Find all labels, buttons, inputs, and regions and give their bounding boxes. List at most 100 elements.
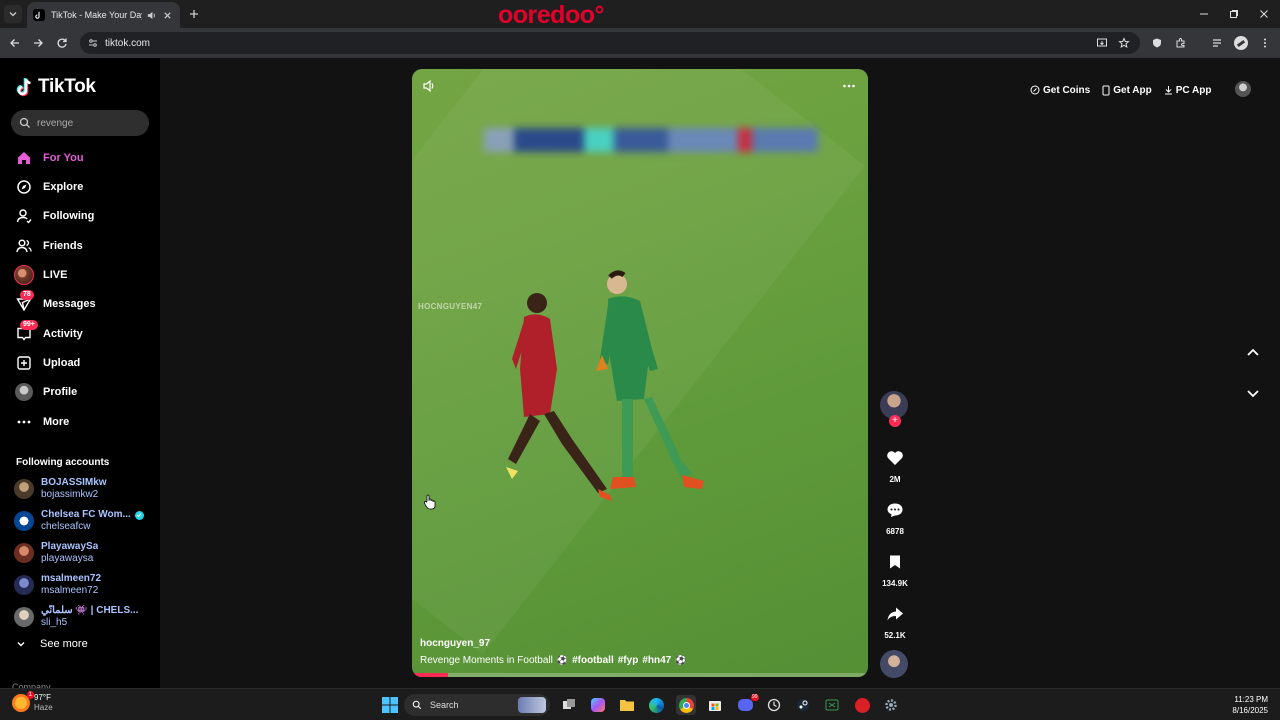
phone-icon	[1102, 85, 1110, 95]
nav-following[interactable]: Following	[14, 203, 154, 229]
comment-action[interactable]: 6878	[878, 495, 912, 536]
nav-friends[interactable]: Friends	[14, 233, 154, 259]
browser-menu-button[interactable]	[1256, 34, 1274, 52]
store-button[interactable]	[705, 695, 725, 715]
address-bar[interactable]: tiktok.com	[80, 32, 1140, 54]
previous-video-button[interactable]	[1244, 343, 1262, 361]
profile-button[interactable]	[1232, 34, 1250, 52]
list-icon	[1213, 39, 1221, 47]
nav-live[interactable]: LIVE	[14, 262, 154, 288]
hashtag-link[interactable]: #hn47	[642, 655, 671, 666]
settings-button[interactable]	[881, 695, 901, 715]
extensions-button[interactable]	[1172, 34, 1190, 52]
user-avatar[interactable]	[1235, 81, 1251, 97]
task-view-button[interactable]	[559, 695, 579, 715]
speaker-icon[interactable]	[144, 8, 158, 22]
nav-more[interactable]: More	[14, 409, 154, 435]
follow-plus-button[interactable]: +	[889, 415, 901, 427]
kebab-menu-icon	[1264, 38, 1266, 48]
store-icon	[709, 701, 721, 711]
nav-upload[interactable]: Upload	[14, 350, 154, 376]
reading-list-button[interactable]	[1208, 34, 1226, 52]
account-item[interactable]: سلمانّي 👾 | CHELS... sli_h5	[14, 603, 154, 631]
account-item[interactable]: msalmeen72 msalmeen72	[14, 571, 154, 599]
xbox-icon	[825, 699, 839, 711]
ball-emoji-icon: ⚽	[675, 655, 687, 665]
minimize-button[interactable]	[1196, 6, 1212, 22]
search-box[interactable]	[11, 110, 149, 136]
video-options-button[interactable]	[840, 77, 858, 95]
live-icon	[14, 265, 34, 285]
bookmark-star-button[interactable]	[1115, 34, 1133, 52]
video-player[interactable]: HOCNGUYEN47 hocnguyen_97 Revenge Moments…	[412, 69, 868, 677]
account-item[interactable]: BOJASSIMkw bojassimkw2	[14, 475, 154, 503]
tab-title: TikTok - Make Your Day	[51, 10, 142, 20]
more-icon	[14, 412, 34, 432]
xbox-button[interactable]	[822, 695, 842, 715]
tab-search-button[interactable]	[4, 5, 22, 23]
following-icon	[14, 206, 34, 226]
heart-icon[interactable]	[880, 443, 910, 473]
comment-icon[interactable]	[880, 495, 910, 525]
gear-icon	[885, 699, 897, 711]
nav-explore[interactable]: Explore	[14, 174, 154, 200]
back-button[interactable]	[6, 34, 24, 52]
pc-app-button[interactable]: PC App	[1164, 85, 1212, 96]
restore-icon	[1230, 10, 1238, 18]
file-explorer-button[interactable]	[617, 695, 637, 715]
nav-activity[interactable]: 99+ Activity	[14, 320, 154, 347]
save-action[interactable]: 134.9K	[878, 547, 912, 588]
video-progress-bar[interactable]	[412, 673, 868, 677]
close-window-button[interactable]	[1256, 6, 1272, 22]
weather-temp: 97°F	[34, 693, 51, 702]
share-arrow-icon[interactable]	[880, 599, 910, 629]
weather-widget[interactable]: 1 97°F Haze	[12, 691, 53, 713]
share-action[interactable]: 52.1K	[878, 599, 912, 640]
browser-tabbar: TikTok - Make Your Day ooredoo°	[0, 0, 1280, 29]
hashtag-link[interactable]: #fyp	[618, 655, 639, 666]
hashtag-link[interactable]: #football	[572, 655, 614, 666]
nav-label: Friends	[43, 240, 83, 252]
new-tab-button[interactable]	[186, 6, 202, 22]
browser-tab-active[interactable]: TikTok - Make Your Day	[27, 2, 180, 28]
nav-label: Explore	[43, 181, 84, 193]
next-video-button[interactable]	[1244, 385, 1262, 403]
taskbar-search[interactable]: Search	[404, 694, 550, 716]
nav-profile[interactable]: Profile	[14, 379, 154, 405]
get-coins-button[interactable]: Get Coins	[1030, 85, 1090, 96]
avatar	[14, 543, 34, 563]
forward-button[interactable]	[29, 34, 47, 52]
nav-messages[interactable]: 78 Messages	[14, 290, 154, 317]
account-item[interactable]: Chelsea FC Wom... chelseafcw	[14, 507, 154, 535]
steam-button[interactable]	[793, 695, 813, 715]
account-item[interactable]: PlayawaySa playawaysa	[14, 539, 154, 567]
restore-button[interactable]	[1226, 6, 1242, 22]
mute-toggle-button[interactable]	[420, 77, 438, 95]
avatar	[14, 607, 34, 627]
nav-for-you[interactable]: For You	[14, 145, 154, 171]
extension-button[interactable]	[1148, 34, 1166, 52]
video-author[interactable]: hocnguyen_97	[420, 638, 490, 649]
search-highlight-icon	[518, 697, 546, 713]
copilot-button[interactable]	[588, 695, 608, 715]
close-tab-icon[interactable]	[160, 8, 174, 22]
chrome-button[interactable]	[676, 695, 696, 715]
search-input[interactable]	[37, 117, 137, 129]
start-button[interactable]	[380, 695, 400, 715]
see-more-button[interactable]: See more	[16, 638, 88, 650]
tiktok-logo[interactable]: TikTok	[16, 76, 96, 98]
discord-button[interactable]: 99	[735, 694, 759, 715]
clock-app-button[interactable]	[764, 695, 784, 715]
video-frame-players	[506, 270, 704, 501]
system-clock[interactable]: 11:23 PM 8/16/2025	[1222, 694, 1268, 716]
install-app-button[interactable]	[1093, 34, 1111, 52]
music-disc-avatar[interactable]	[880, 650, 908, 678]
reload-icon	[57, 38, 67, 48]
bookmark-icon[interactable]	[880, 547, 910, 577]
more-horizontal-icon	[843, 84, 855, 88]
like-action[interactable]: 2M	[878, 443, 912, 484]
get-app-button[interactable]: Get App	[1102, 85, 1152, 96]
edge-button[interactable]	[646, 695, 666, 715]
reload-button[interactable]	[53, 34, 71, 52]
creative-cloud-button[interactable]	[852, 695, 872, 715]
